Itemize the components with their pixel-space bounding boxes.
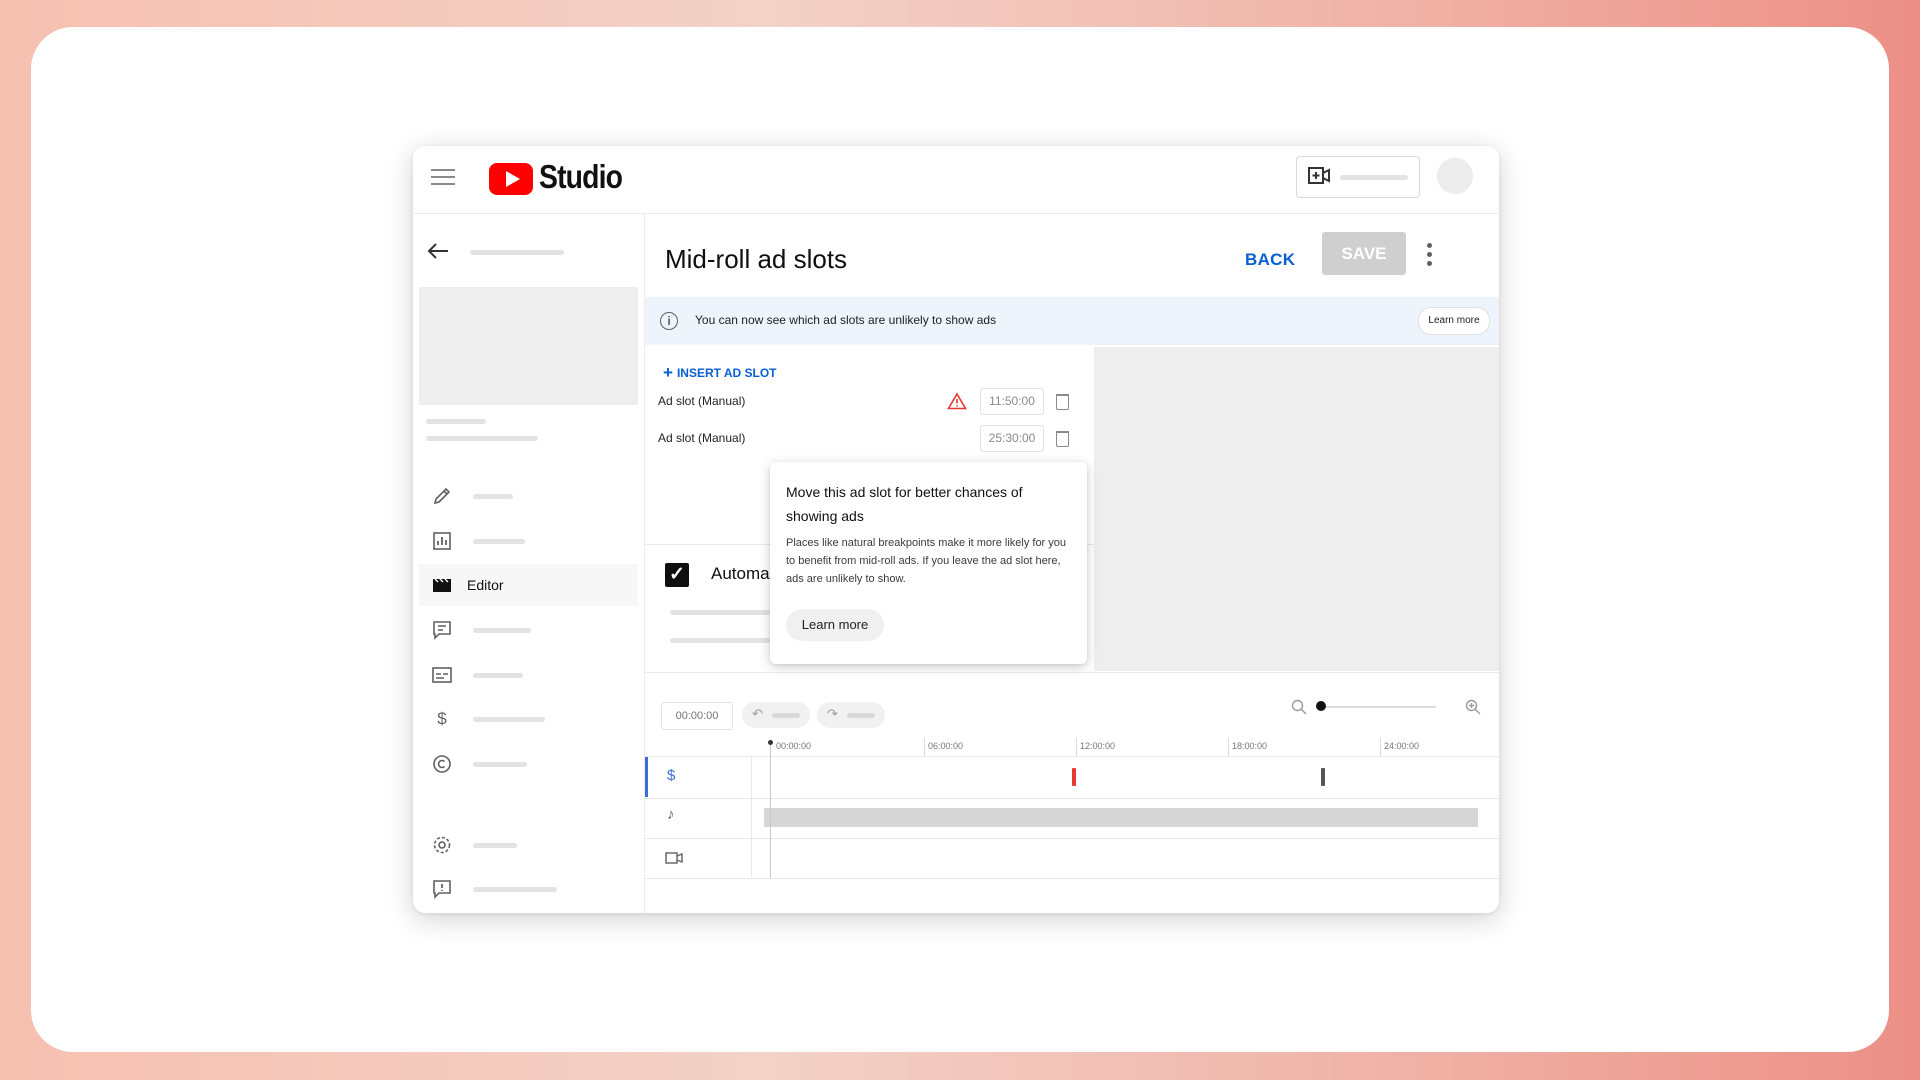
tooltip-learn-more-button[interactable]: Learn more	[786, 609, 884, 641]
warning-icon[interactable]	[947, 392, 967, 410]
zoom-in-icon[interactable]	[1465, 699, 1481, 715]
timeline-tick-label: 12:00:00	[1080, 741, 1116, 751]
feedback-icon	[433, 880, 451, 899]
undo-button[interactable]: ↶	[742, 702, 810, 728]
playhead[interactable]	[770, 742, 771, 878]
page-title: Mid-roll ad slots	[665, 244, 848, 274]
timeline-tick-label: 06:00:00	[928, 741, 964, 751]
top-header: Studio	[413, 146, 1499, 214]
tooltip-body: Places like natural breakpoints make it …	[786, 537, 1067, 585]
ad-slot-tooltip: Move this ad slot for better chances of …	[770, 462, 1087, 664]
sidebar-item-label: Editor	[467, 577, 504, 593]
insert-ad-slot-label: INSERT AD SLOT	[676, 366, 777, 380]
studio-logo-text[interactable]: Studio	[539, 158, 623, 196]
sidebar-item-settings[interactable]	[419, 824, 638, 866]
sidebar-item-feedback[interactable]	[419, 868, 638, 910]
playhead-dot[interactable]	[768, 740, 773, 745]
audio-track-clip[interactable]	[764, 808, 1478, 827]
ad-slot-time-input[interactable]: 25:30:00	[980, 425, 1044, 452]
settings-icon	[433, 836, 451, 854]
ad-slot-label: Ad slot (Manual)	[658, 394, 746, 408]
sidebar: Editor $	[413, 214, 645, 913]
info-banner-text: You can now see which ad slots are unlik…	[695, 313, 997, 327]
sidebar-item-editor[interactable]: Editor	[419, 564, 638, 606]
zoom-slider-handle[interactable]	[1316, 701, 1326, 711]
ad-slot-label: Ad slot (Manual)	[658, 431, 746, 445]
sidebar-item-copyright[interactable]	[419, 743, 638, 785]
ad-slot-time-input[interactable]: 11:50:00	[980, 388, 1044, 415]
delete-icon[interactable]	[1056, 394, 1069, 410]
zoom-slider[interactable]	[1320, 706, 1436, 708]
undo-icon: ↶	[752, 706, 763, 721]
timeline-tick-label: 18:00:00	[1232, 741, 1268, 751]
banner-learn-more-button[interactable]: Learn more	[1418, 307, 1490, 335]
zoom-out-icon[interactable]	[1291, 699, 1307, 715]
sidebar-item-comments[interactable]	[419, 609, 638, 651]
back-arrow-icon[interactable]	[427, 242, 449, 265]
editor-icon	[433, 578, 451, 592]
save-button[interactable]: SAVE	[1322, 232, 1406, 275]
create-video-icon	[1308, 167, 1330, 184]
dollar-icon: $	[437, 709, 447, 728]
copyright-icon	[433, 755, 451, 773]
dollar-icon: $	[667, 767, 676, 784]
automatic-checkbox[interactable]: ✓	[665, 563, 689, 587]
back-button[interactable]: BACK	[1245, 241, 1295, 279]
automatic-label: Automa	[711, 564, 770, 583]
tooltip-title: Move this ad slot for better chances of …	[786, 484, 1023, 524]
delete-icon[interactable]	[1056, 431, 1069, 447]
analytics-icon	[433, 532, 451, 550]
plus-icon: +	[663, 363, 673, 382]
timeline-tick-label: 00:00:00	[776, 741, 812, 751]
video-preview	[1094, 347, 1499, 671]
sidebar-item-monetization[interactable]: $	[419, 698, 638, 740]
video-icon	[665, 852, 683, 864]
insert-ad-slot-button[interactable]: + INSERT AD SLOT	[663, 362, 777, 382]
ad-slot-marker[interactable]	[1321, 768, 1325, 786]
subtitles-icon	[432, 667, 452, 683]
info-banner: i You can now see which ad slots are unl…	[645, 297, 1499, 345]
sidebar-item-subtitles[interactable]	[419, 654, 638, 696]
main-content: Mid-roll ad slots BACK SAVE i You can no…	[645, 214, 1499, 913]
redo-button[interactable]: ↷	[817, 702, 885, 728]
pencil-icon	[433, 487, 451, 505]
sidebar-item-analytics[interactable]	[419, 520, 638, 562]
create-button[interactable]	[1296, 156, 1420, 198]
info-icon: i	[660, 312, 678, 330]
studio-window: Studio Editor $ Mid-roll ad slots BACK S…	[413, 146, 1499, 913]
redo-icon: ↷	[827, 706, 838, 721]
video-thumbnail[interactable]	[419, 287, 638, 405]
music-note-icon: ♪	[667, 806, 675, 823]
timeline-tick-label: 24:00:00	[1384, 741, 1420, 751]
timecode-field[interactable]: 00:00:00	[661, 702, 733, 730]
track-selected-indicator	[645, 757, 648, 797]
avatar[interactable]	[1437, 158, 1473, 194]
sidebar-item-details[interactable]	[419, 475, 638, 517]
ad-slot-marker-warning[interactable]	[1072, 768, 1076, 786]
comments-icon	[433, 621, 451, 640]
